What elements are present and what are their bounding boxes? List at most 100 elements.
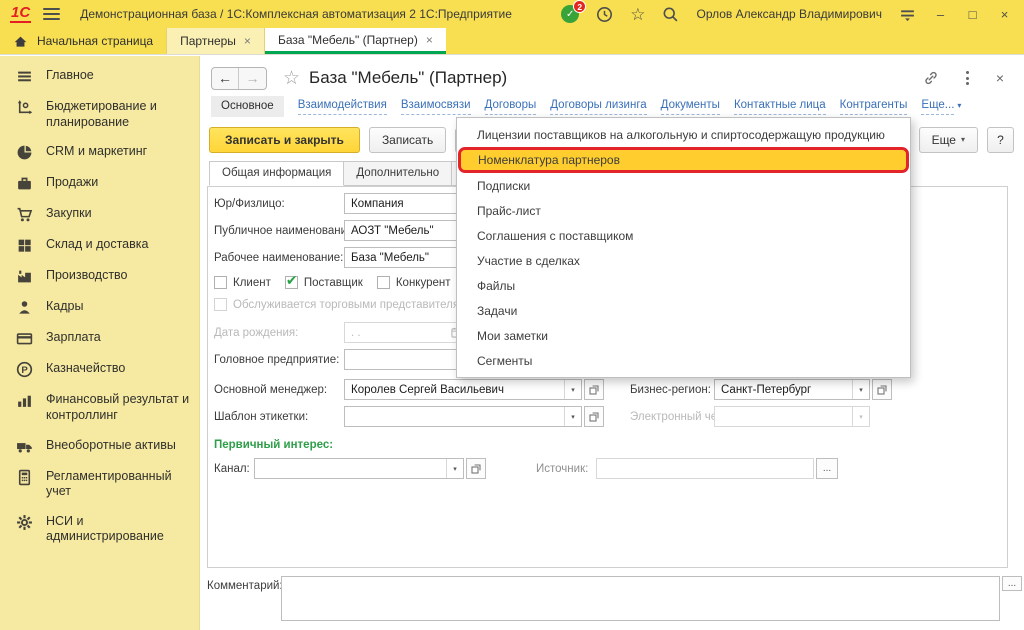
save-close-button[interactable]: Записать и закрыть (209, 127, 360, 153)
chevron-down-icon: ▾ (961, 136, 965, 144)
chevron-down-icon[interactable]: ▾ (564, 407, 581, 426)
home-tab[interactable]: Начальная страница (0, 28, 166, 54)
nav-dokumenty[interactable]: Документы (661, 97, 720, 114)
more-actions-icon[interactable] (964, 69, 971, 87)
open-icon[interactable] (466, 458, 486, 479)
dropdown-item[interactable]: Файлы (457, 273, 910, 298)
sidebar-item-zarplata[interactable]: Зарплата (0, 323, 199, 354)
sidebar-item-prodazhi[interactable]: Продажи (0, 168, 199, 199)
card-icon (16, 330, 33, 347)
help-button[interactable]: ? (987, 127, 1014, 153)
open-icon[interactable] (584, 379, 604, 400)
source-more-button[interactable]: ... (816, 458, 838, 479)
dropdown-item[interactable]: Задачи (457, 298, 910, 323)
channel-field[interactable]: ▾ (254, 458, 464, 479)
dropdown-item[interactable]: Мои заметки (457, 323, 910, 348)
save-button[interactable]: Записать (369, 127, 446, 153)
tab-close-icon[interactable]: × (244, 34, 251, 48)
nav-vzaimosvyazi[interactable]: Взаимосвязи (401, 97, 471, 114)
sidebar-item-kadry[interactable]: Кадры (0, 292, 199, 323)
competitor-checkbox[interactable] (377, 276, 390, 289)
close-form-button[interactable]: × (996, 70, 1004, 86)
nav-vzaimodeystviya[interactable]: Взаимодействия (298, 97, 387, 114)
forward-button[interactable]: → (239, 68, 266, 89)
copy-link-icon[interactable] (923, 70, 939, 86)
chevron-down-icon: ▾ (957, 102, 961, 110)
main-menu-icon[interactable] (43, 8, 60, 20)
nav-kontaktnye-litsa[interactable]: Контактные лица (734, 97, 826, 114)
open-icon[interactable] (872, 379, 892, 400)
echeck-label: Электронный чек: (630, 411, 714, 423)
client-checkbox[interactable] (214, 276, 227, 289)
head-company-label: Головное предприятие: (214, 354, 344, 366)
sidebar-item-budget[interactable]: Бюджетирование и планирование (0, 92, 199, 137)
favorites-icon[interactable]: ☆ (630, 6, 645, 23)
primary-interest-label: Первичный интерес: (214, 439, 1001, 451)
nav-more[interactable]: Еще... ▾ (921, 97, 961, 114)
supplier-checkbox[interactable]: ✔ (285, 276, 298, 289)
form-tab-additional[interactable]: Дополнительно (343, 161, 452, 186)
public-name-label: Публичное наименование: (214, 225, 344, 237)
nav-kontragenty[interactable]: Контрагенты (840, 97, 908, 114)
chevron-down-icon[interactable]: ▾ (564, 380, 581, 399)
service-menu-icon[interactable] (899, 6, 916, 23)
sidebar-item-crm[interactable]: CRM и маркетинг (0, 137, 199, 168)
label-template-field[interactable]: ▾ (344, 406, 582, 427)
form-nav: Основное Взаимодействия Взаимосвязи Дого… (201, 94, 1024, 118)
tab-baza-mebel[interactable]: База "Мебель" (Партнер) × (265, 28, 446, 54)
chevron-down-icon[interactable]: ▾ (446, 459, 463, 478)
sidebar-item-sklad[interactable]: Склад и доставка (0, 230, 199, 261)
region-field[interactable]: Санкт-Петербург ▾ (714, 379, 870, 400)
dropdown-item-highlighted[interactable]: Номенклатура партнеров (458, 147, 909, 173)
dropdown-item[interactable]: Сегменты (457, 348, 910, 373)
grid-icon (16, 237, 33, 254)
dropdown-item[interactable]: Прайс-лист (457, 198, 910, 223)
form-header: ← → ☆ База "Мебель" (Партнер) × (201, 56, 1024, 94)
maximize-button[interactable]: □ (965, 8, 980, 21)
check-icon: ✔ (286, 272, 298, 289)
sidebar-item-proizvodstvo[interactable]: Производство (0, 261, 199, 292)
source-field[interactable] (596, 458, 814, 479)
tab-partners[interactable]: Партнеры × (166, 28, 265, 54)
sidebar-item-reglament[interactable]: Регламентированный учет (0, 462, 199, 507)
chevron-down-icon[interactable]: ▾ (852, 407, 869, 426)
search-icon[interactable] (662, 6, 679, 23)
manager-field[interactable]: Королев Сергей Васильевич ▾ (344, 379, 582, 400)
form-tab-general[interactable]: Общая информация (209, 161, 344, 186)
dropdown-item[interactable]: Участие в сделках (457, 248, 910, 273)
more-button[interactable]: Еще ▾ (919, 127, 978, 153)
comment-more-button[interactable]: ... (1002, 576, 1022, 591)
open-icon[interactable] (584, 406, 604, 427)
sales-rep-checkbox[interactable] (214, 298, 227, 311)
sidebar-item-finrezultat[interactable]: Финансовый результат и контроллинг (0, 385, 199, 430)
history-icon[interactable] (596, 6, 613, 23)
person-icon (16, 299, 33, 316)
dropdown-item[interactable]: Соглашения с поставщиком (457, 223, 910, 248)
sidebar-item-zakupki[interactable]: Закупки (0, 199, 199, 230)
back-button[interactable]: ← (212, 68, 239, 89)
tab-label: Партнеры (180, 34, 236, 48)
close-window-button[interactable]: × (997, 8, 1012, 21)
nav-dogovory-lizinga[interactable]: Договоры лизинга (550, 97, 646, 114)
sidebar-item-aktivy[interactable]: Внеоборотные активы (0, 431, 199, 462)
dropdown-item[interactable]: Подписки (457, 173, 910, 198)
sidebar-item-nsi[interactable]: НСИ и администрирование (0, 507, 199, 552)
user-name[interactable]: Орлов Александр Владимирович (696, 7, 882, 21)
birth-date-field[interactable]: . . (344, 322, 466, 343)
comment-textarea[interactable] (281, 576, 1000, 621)
manager-label: Основной менеджер: (214, 384, 344, 396)
sidebar-item-kaznacheystvo[interactable]: Р Казначейство (0, 354, 199, 385)
minimize-button[interactable]: – (933, 8, 948, 21)
sidebar-item-glavnoe[interactable]: Главное (0, 61, 199, 92)
region-label: Бизнес-регион: (630, 384, 714, 396)
echeck-field[interactable]: ▾ (714, 406, 870, 427)
tab-close-icon[interactable]: × (426, 33, 433, 47)
notifications-icon[interactable]: 2 (561, 5, 579, 23)
menu-lines-icon (16, 68, 33, 85)
dropdown-item[interactable]: Лицензии поставщиков на алкогольную и сп… (457, 122, 910, 147)
nav-osnovnoe[interactable]: Основное (211, 96, 284, 117)
nav-dogovory[interactable]: Договоры (485, 97, 537, 114)
favorite-star-icon[interactable]: ☆ (283, 69, 300, 88)
more-dropdown-menu: Лицензии поставщиков на алкогольную и сп… (456, 117, 911, 378)
chevron-down-icon[interactable]: ▾ (852, 380, 869, 399)
